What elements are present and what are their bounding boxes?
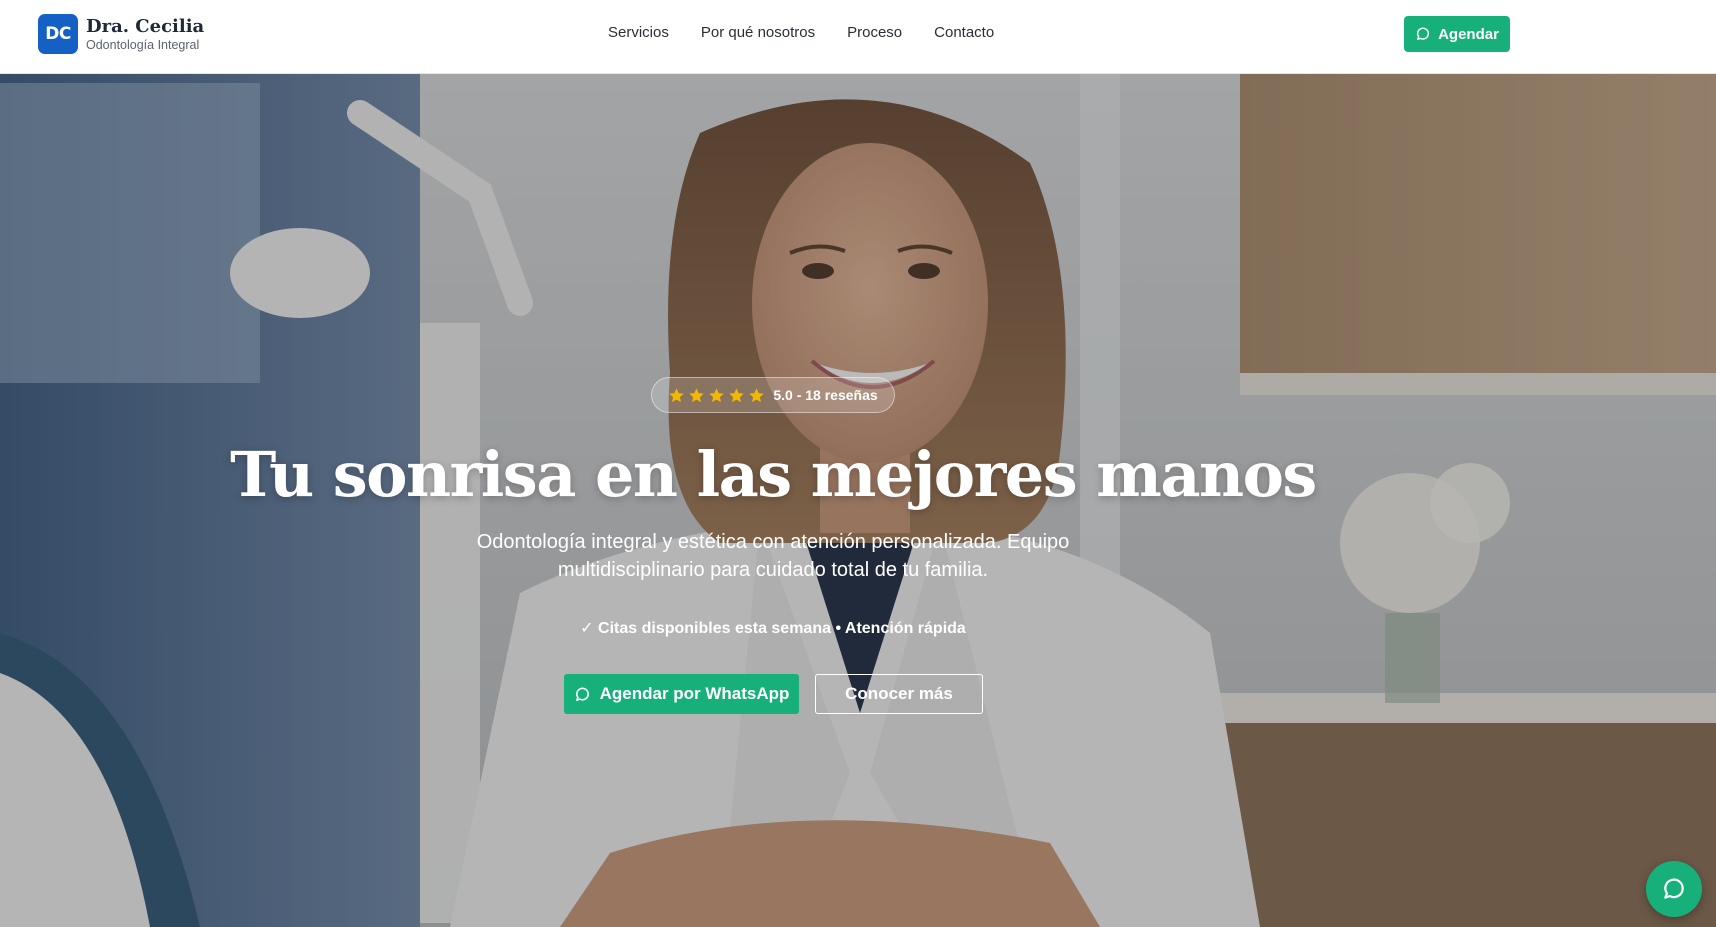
nav-link-proceso[interactable]: Proceso (847, 24, 902, 41)
star-icon (669, 387, 685, 402)
site-header: DC Dra. Cecilia Odontología Integral Ser… (0, 0, 1716, 74)
hero-subtitle: Odontología integral y estética con aten… (476, 531, 1070, 581)
rating-text: 5.0 - 18 reseñas (773, 387, 878, 403)
brand-text: Dra. Cecilia Odontología Integral (86, 16, 204, 53)
star-icon (709, 387, 725, 402)
brand-name: Dra. Cecilia (86, 15, 205, 37)
hero-title: Tu sonrisa en las mejores manos (230, 438, 1317, 511)
floating-chat-button[interactable] (1646, 861, 1702, 917)
nav-link-contacto[interactable]: Contacto (934, 24, 994, 41)
hero-content: 5.0 - 18 reseñas Tu sonrisa en las mejor… (0, 73, 1716, 927)
learn-more-button[interactable]: Conocer más (815, 674, 983, 714)
whatsapp-book-label: Agendar por WhatsApp (599, 684, 790, 703)
chat-bubble-icon (575, 687, 589, 701)
header-book-label: Agendar (1438, 25, 1499, 43)
star-icon (729, 387, 745, 402)
chat-bubble-icon (1417, 27, 1430, 41)
header-book-button[interactable]: Agendar (1404, 16, 1510, 52)
main-nav: Servicios Por qué nosotros Proceso Conta… (608, 24, 994, 41)
brand-logo[interactable]: DC Dra. Cecilia Odontología Integral (38, 14, 204, 54)
whatsapp-book-button[interactable]: Agendar por WhatsApp (564, 674, 799, 714)
logo-mark: DC (38, 14, 78, 54)
nav-link-por-que-nosotros[interactable]: Por qué nosotros (701, 24, 815, 41)
availability-note: ✓ Citas disponibles esta semana • Atenci… (580, 620, 966, 637)
chat-bubble-icon (1664, 878, 1684, 899)
hero-section: 5.0 - 18 reseñas Tu sonrisa en las mejor… (0, 73, 1716, 927)
star-icon (689, 387, 705, 402)
rating-stars (668, 387, 765, 404)
star-icon (749, 387, 765, 402)
rating-badge: 5.0 - 18 reseñas (651, 377, 895, 413)
nav-link-servicios[interactable]: Servicios (608, 24, 669, 41)
brand-subtitle: Odontología Integral (86, 37, 200, 52)
